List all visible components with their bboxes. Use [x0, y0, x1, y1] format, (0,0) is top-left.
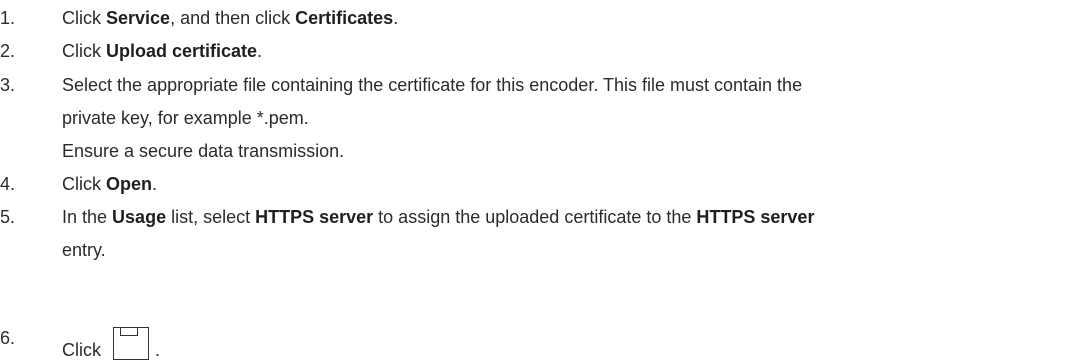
step-3-number: 3. [0, 75, 16, 95]
step-3-text-line-2: private key, for example *.pem. [62, 108, 309, 128]
step-5-text-line-1: In the Usage list, select HTTPS server t… [62, 207, 815, 227]
step-6-text: Click. [62, 326, 160, 361]
save-icon-tab [120, 326, 138, 336]
step-1-text: Click Service, and then click Certificat… [62, 8, 399, 28]
upload-certificate-label: Upload certificate [106, 41, 258, 61]
step-3-text-line-3: Ensure a secure data transmission. [62, 141, 345, 161]
https-server-option-label: HTTPS server [255, 207, 374, 227]
certificates-menu-label: Certificates [295, 8, 394, 28]
step-5-number: 5. [0, 207, 16, 227]
step-2-number: 2. [0, 41, 16, 61]
step-4-text: Click Open. [62, 174, 158, 194]
save-icon [113, 326, 149, 360]
step-4-number: 4. [0, 174, 16, 194]
step-5-text-line-2: entry. [62, 240, 106, 260]
open-button-label: Open [106, 174, 153, 194]
instruction-steps: 1. Click Service, and then click Certifi… [0, 0, 1069, 360]
service-menu-label: Service [106, 8, 171, 28]
step-3-text-line-1: Select the appropriate file containing t… [62, 75, 803, 95]
step-1-number: 1. [0, 8, 16, 28]
step-6-number: 6. [0, 328, 16, 348]
usage-list-label: Usage [112, 207, 167, 227]
https-server-entry-label: HTTPS server [696, 207, 815, 227]
step-2-text: Click Upload certificate. [62, 41, 263, 61]
